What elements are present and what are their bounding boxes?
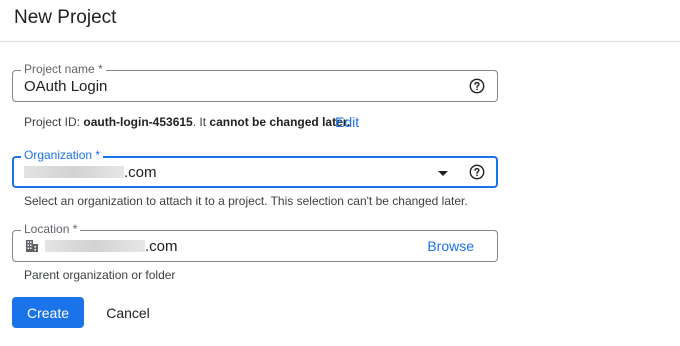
location-value: .com <box>45 238 178 255</box>
project-name-label: Project name * <box>21 62 106 76</box>
redacted-text <box>24 166 124 178</box>
location-hint: Parent organization or folder <box>24 268 176 282</box>
edit-project-id-link[interactable]: Edit <box>335 114 359 130</box>
organization-select[interactable]: Organization * .com <box>12 148 498 188</box>
location-field[interactable]: Location * .com Browse <box>12 222 498 262</box>
organization-label: Organization * <box>21 148 104 162</box>
organization-value[interactable]: .com <box>24 164 157 181</box>
redacted-text <box>45 240 145 252</box>
project-name-value[interactable]: OAuth Login <box>24 78 107 95</box>
dialog-header: New Project <box>0 0 680 42</box>
arrow-drop-down-icon[interactable] <box>438 171 448 176</box>
organization-hint: Select an organization to attach it to a… <box>24 194 468 208</box>
cancel-button[interactable]: Cancel <box>96 297 160 328</box>
help-circle-icon[interactable] <box>469 164 485 180</box>
help-circle-icon[interactable] <box>469 78 485 94</box>
location-label: Location * <box>21 222 81 236</box>
project-id-value: oauth-login-453615 <box>83 115 193 129</box>
project-id-hint: Project ID: oauth-login-453615. It canno… <box>24 115 351 129</box>
project-name-field[interactable]: Project name * OAuth Login <box>12 62 498 102</box>
browse-button[interactable]: Browse <box>427 238 474 254</box>
building-icon <box>26 240 38 252</box>
create-button[interactable]: Create <box>12 297 84 328</box>
dialog-title: New Project <box>14 7 117 28</box>
